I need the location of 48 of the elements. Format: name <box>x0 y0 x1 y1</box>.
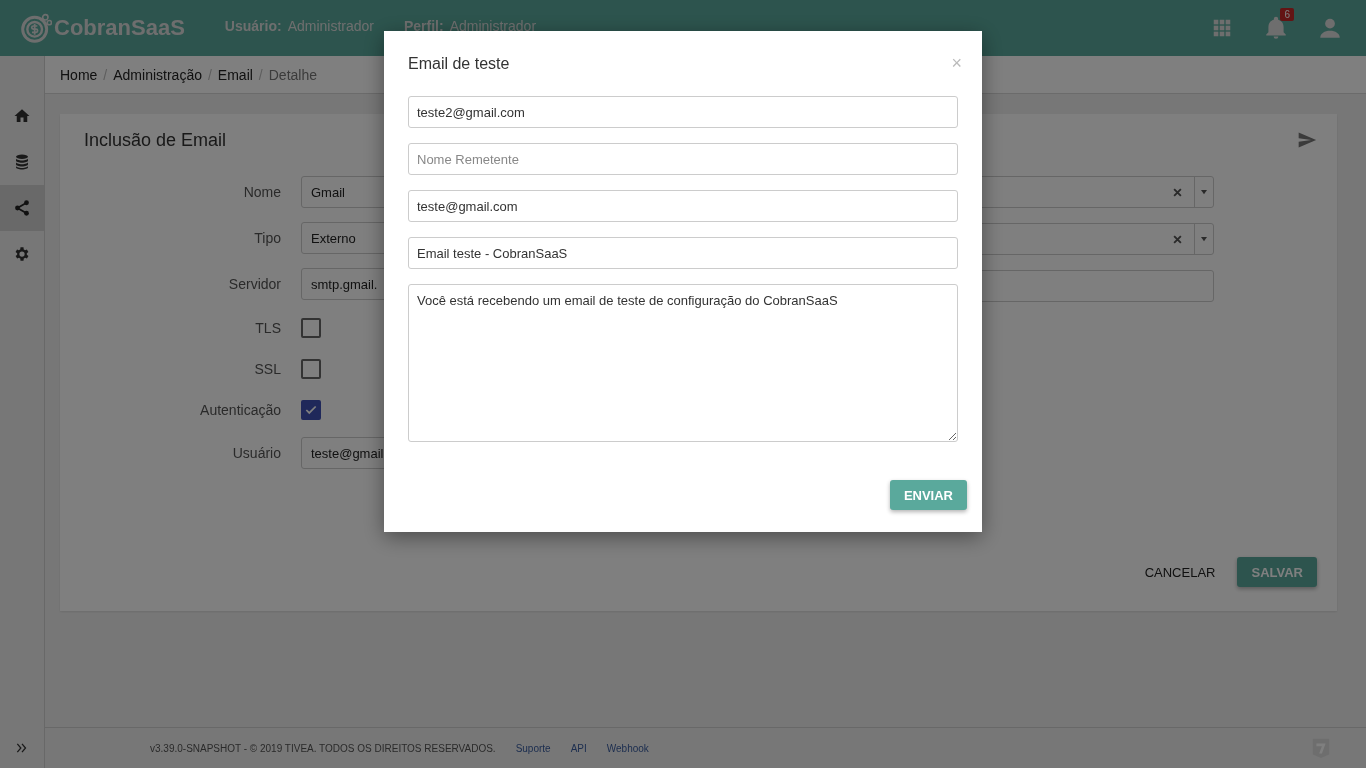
field-label: Servidor <box>227 276 282 292</box>
caret-icon[interactable] <box>1199 188 1208 196</box>
checkbox[interactable] <box>301 318 321 338</box>
copyright-text: v3.39.0-SNAPSHOT - © 2019 TIVEA. TODOS OS DIREITOS RESERVADOS. <box>150 742 496 754</box>
share-icon <box>13 199 31 217</box>
database-icon <box>13 153 31 171</box>
breadcrumb-separator: / <box>207 66 212 83</box>
dialog-title: Email de teste <box>408 54 510 73</box>
profile-name: Administrador <box>449 18 537 34</box>
message-field[interactable]: Você está recebendo um email de teste de configuração do CobranSaaS <box>408 284 958 442</box>
field-label: Autenticação <box>199 402 282 418</box>
caret-icon[interactable] <box>1199 235 1208 243</box>
breadcrumb-item[interactable]: Administração <box>113 66 202 83</box>
text-field[interactable]: teste2@gmail.com <box>408 96 958 128</box>
user-name: Administrador <box>287 18 374 34</box>
checkbox[interactable] <box>301 359 321 379</box>
footer-link[interactable]: Suporte <box>515 742 551 754</box>
coin-icon <box>20 12 52 44</box>
field-label: TLS <box>254 320 282 336</box>
field-label: Tipo <box>253 230 282 246</box>
breadcrumb-item: Detalhe <box>268 66 317 83</box>
clear-icon[interactable] <box>1172 234 1182 244</box>
clear-icon[interactable] <box>1172 187 1182 197</box>
home-icon <box>13 107 31 125</box>
field-label: Nome <box>242 184 282 200</box>
field-label: Usuário <box>231 445 282 461</box>
field-label: SSL <box>253 361 282 377</box>
footer-link[interactable]: API <box>570 742 587 754</box>
send-button[interactable]: ENVIAR <box>889 480 967 510</box>
text-field[interactable]: teste@gmail.com <box>408 190 958 222</box>
double-chevron-icon[interactable] <box>15 741 29 755</box>
check-icon <box>304 403 318 417</box>
breadcrumb-item[interactable]: Email <box>217 66 253 83</box>
footer-link[interactable]: Webhook <box>606 742 649 754</box>
text-field[interactable]: Nome Remetente <box>408 143 958 175</box>
notification-badge: 6 <box>1280 8 1294 21</box>
user-label: Usuário: <box>224 18 282 34</box>
sidebar-item[interactable] <box>0 185 44 231</box>
settings-icon <box>13 245 31 263</box>
cancel-button[interactable]: CANCELAR <box>1144 564 1216 580</box>
card-title: Inclusão de Email <box>84 129 227 151</box>
checkbox[interactable] <box>301 400 321 420</box>
send-icon[interactable] <box>1297 130 1317 150</box>
breadcrumb-item[interactable]: Home <box>60 66 98 83</box>
profile-label: Perfil: <box>404 18 444 34</box>
breadcrumb-separator: / <box>103 66 108 83</box>
breadcrumb-separator: / <box>258 66 263 83</box>
text-field[interactable]: Email teste - CobranSaaS <box>408 237 958 269</box>
